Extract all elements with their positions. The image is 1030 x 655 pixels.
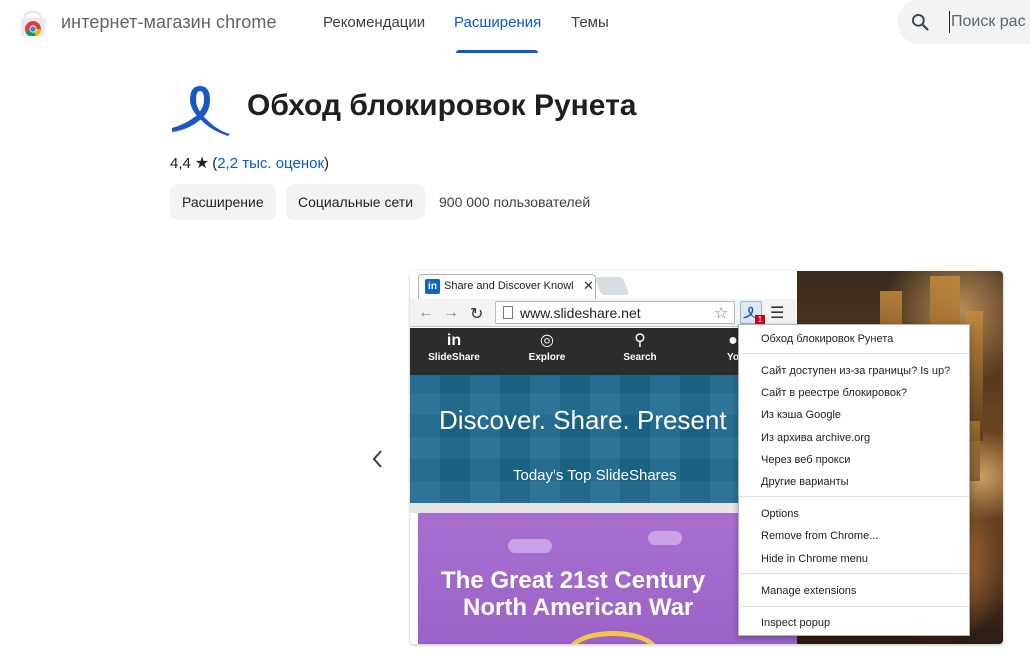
- extension-popup-menu: Обход блокировок Рунета Сайт доступен из…: [738, 324, 970, 636]
- rating-paren-close: ): [324, 154, 330, 172]
- ss-nav-slideshare: in SlideShare: [419, 328, 489, 363]
- extension-toolbar-button: 1: [740, 301, 765, 325]
- bookmark-star-icon: ☆: [714, 305, 729, 322]
- hero-title: Discover. Share. Present: [439, 405, 727, 435]
- search-icon: ⚲: [634, 332, 646, 349]
- new-tab-button: [594, 277, 630, 295]
- tab-themes[interactable]: Темы: [571, 14, 609, 31]
- popup-item-other: Другие варианты: [761, 476, 849, 488]
- popup-item-inspect: Inspect popup: [761, 617, 831, 629]
- popup-item-archive: Из архива archive.org: [761, 432, 871, 444]
- menu-icon: ☰: [770, 305, 785, 322]
- popup-separator: [740, 496, 969, 497]
- cloud-shape: [508, 539, 552, 553]
- forward-arrow-icon: →: [443, 304, 459, 321]
- store-title[interactable]: интернет-магазин chrome: [61, 12, 277, 33]
- ss-nav-search: ⚲ Search: [605, 328, 675, 363]
- card-arc-shape: [568, 631, 658, 644]
- browser-tab: in Share and Discover Knowl ✕: [418, 274, 596, 299]
- close-icon: ✕: [583, 278, 594, 293]
- popup-item-registry: Сайт в реестре блокировок?: [761, 387, 907, 399]
- linkedin-icon: in: [446, 332, 462, 349]
- back-arrow-icon: ←: [418, 304, 434, 321]
- ss-nav-label: Search: [623, 352, 657, 363]
- rating-value: 4,4: [170, 154, 191, 172]
- active-tab-indicator: [456, 50, 538, 53]
- rating-count-link[interactable]: 2,2 тыс. оценок: [217, 155, 324, 172]
- page-icon: [503, 306, 513, 319]
- chip-extension[interactable]: Расширение: [170, 184, 276, 220]
- omnibox: www.slideshare.net ☆: [495, 301, 735, 324]
- popup-separator: [740, 353, 969, 354]
- popup-item-remove: Remove from Chrome...: [761, 530, 879, 542]
- popup-item-web-proxy: Через веб прокси: [761, 454, 851, 466]
- carousel-prev-chevron-icon[interactable]: [366, 447, 390, 471]
- ribbon-icon: [172, 86, 230, 136]
- popup-separator: [740, 606, 969, 607]
- extension-screenshot[interactable]: in Share and Discover Knowl ✕ ← → ↻ www.…: [410, 271, 1003, 644]
- compass-icon: ◎: [540, 332, 554, 349]
- search-input[interactable]: [949, 11, 1030, 33]
- popup-item-options: Options: [761, 508, 799, 520]
- ss-nav-label: Explore: [528, 352, 566, 363]
- store-header: интернет-магазин chrome Рекомендации Рас…: [0, 0, 1030, 56]
- cloud-shape: [648, 531, 682, 545]
- popup-item-title: Обход блокировок Рунета: [761, 333, 894, 345]
- popup-item-manage: Manage extensions: [761, 585, 857, 597]
- rating-row: 4,4 ★ (2,2 тыс. оценок): [170, 153, 329, 173]
- tab-recommendations[interactable]: Рекомендации: [323, 14, 425, 31]
- extension-title: Обход блокировок Рунета: [247, 89, 637, 122]
- browser-toolbar: ← → ↻ www.slideshare.net ☆ 1 ☰: [410, 299, 797, 327]
- popup-separator: [740, 573, 969, 574]
- hero-subtitle: Today's Top SlideShares: [513, 467, 677, 484]
- search-box[interactable]: [897, 0, 1030, 44]
- tab-extensions[interactable]: Расширения: [454, 14, 541, 31]
- url-text: www.slideshare.net: [520, 305, 641, 321]
- chrome-web-store-logo-icon[interactable]: [19, 10, 47, 36]
- linkedin-icon: in: [425, 279, 440, 294]
- ss-nav-label: SlideShare: [428, 352, 480, 363]
- reload-icon: ↻: [470, 306, 484, 323]
- users-count: 900 000 пользователей: [439, 194, 591, 210]
- ss-nav-explore: ◎ Explore: [512, 328, 582, 363]
- chip-social[interactable]: Социальные сети: [286, 184, 426, 220]
- search-icon[interactable]: [910, 12, 930, 32]
- star-icon: ★: [194, 155, 210, 172]
- popup-item-google-cache: Из кэша Google: [761, 409, 842, 421]
- popup-item-isup: Сайт доступен из-за границы? Is up?: [761, 365, 951, 377]
- browser-tab-title: Share and Discover Knowl: [444, 280, 574, 292]
- browser-tab-strip: in Share and Discover Knowl ✕: [410, 271, 797, 299]
- popup-item-hide: Hide in Chrome menu: [761, 553, 868, 565]
